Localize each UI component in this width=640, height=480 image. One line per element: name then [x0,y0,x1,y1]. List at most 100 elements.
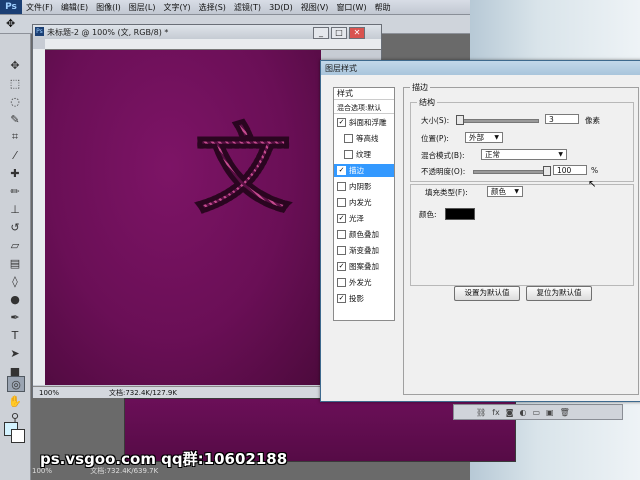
style-item[interactable]: 颜色叠加 [334,228,394,241]
opacity-input[interactable]: 100 [553,165,587,175]
style-item[interactable]: 内阴影 [334,180,394,193]
hand-tool-icon[interactable]: ✋ [7,394,23,408]
minimize-icon[interactable]: _ [313,27,329,39]
set-default-button[interactable]: 设置为默认值 [454,286,520,301]
stroke-color-swatch[interactable] [445,208,475,220]
menu-help[interactable]: 帮助 [371,2,395,13]
gradient-tool-icon[interactable]: ▤ [7,256,23,270]
style-item-label: 内阴影 [349,182,372,191]
toolbox: ✥ ⬚ ◌ ✎ ⌗ ⁄ ✚ ✏ ⊥ ↺ ▱ ▤ ◊ ● ✒ T ➤ ■ ◎ ✋ … [0,34,31,480]
dialog-title-bar[interactable]: 图层样式 [321,61,640,75]
style-checkbox[interactable]: ✓ [337,214,346,223]
document-ps-icon: Ps [35,27,44,36]
close-icon[interactable]: ✕ [349,27,365,39]
background-color-swatch[interactable] [11,429,25,443]
quick-select-tool-icon[interactable]: ✎ [7,112,23,126]
menu-image[interactable]: 图像(I) [92,2,125,13]
stamp-tool-icon[interactable]: ⊥ [7,202,23,216]
menu-3d[interactable]: 3D(D) [265,3,297,12]
style-item[interactable]: ✓ 斜面和浮雕 [334,116,394,129]
document-info: 文档:732.4K/127.9K [109,388,177,397]
style-item[interactable]: ✓ 投影 [334,292,394,305]
style-checkbox[interactable]: ✓ [337,262,346,271]
style-item[interactable]: ✓ 光泽 [334,212,394,225]
style-item[interactable]: ✓ 图案叠加 [334,260,394,273]
eraser-tool-icon[interactable]: ▱ [7,238,23,252]
style-checkbox[interactable] [344,134,353,143]
style-item[interactable]: 外发光 [334,276,394,289]
mouse-cursor-icon: ↖ [588,179,597,190]
document-title: 未标题-2 @ 100% (文, RGB/8) * [47,27,169,37]
style-item[interactable]: ✓ 描边 [334,164,394,177]
menu-layer[interactable]: 图层(L) [125,2,160,13]
menu-type[interactable]: 文字(Y) [159,2,194,13]
size-slider-track[interactable] [459,119,539,123]
eyedropper-tool-icon[interactable]: ⁄ [7,148,23,162]
mask-icon[interactable]: ◙ [506,408,514,417]
canvas[interactable]: 文 [45,50,321,385]
fx-icon[interactable]: fx [492,408,500,417]
maximize-icon[interactable]: □ [331,27,347,39]
style-item[interactable]: 内发光 [334,196,394,209]
style-item[interactable]: 纹理 [334,148,394,161]
marquee-tool-icon[interactable]: ⬚ [7,76,23,90]
reset-default-button[interactable]: 复位为默认值 [526,286,592,301]
size-unit: 像素 [585,116,600,125]
fill-type-groupbox: 填充类型(F): 颜色 ▼ 颜色: [410,184,634,286]
rotate-3d-tool-icon[interactable]: ◎ [7,376,25,392]
style-item-label: 光泽 [349,214,364,223]
folder-icon[interactable]: ▭ [532,408,540,417]
menu-view[interactable]: 视图(V) [297,2,333,13]
pen-tool-icon[interactable]: ✒ [7,310,23,324]
style-checkbox[interactable] [337,198,346,207]
style-checkbox[interactable] [337,246,346,255]
new-layer-icon[interactable]: ▣ [546,408,554,417]
crop-tool-icon[interactable]: ⌗ [7,130,23,144]
blend-mode-label: 混合模式(B): [421,151,465,160]
opacity-slider-track[interactable] [473,170,549,174]
type-tool-icon[interactable]: T [7,328,23,342]
fill-type-select[interactable]: 颜色 ▼ [487,186,523,197]
style-item-label: 颜色叠加 [349,230,379,239]
trash-icon[interactable]: 🗑 [560,408,570,417]
style-item-label: 投影 [349,294,364,303]
menu-filter[interactable]: 滤镜(T) [230,2,265,13]
size-input[interactable]: 3 [545,114,579,124]
menu-edit[interactable]: 编辑(E) [57,2,92,13]
fill-type-value: 颜色 [491,187,506,196]
adjustment-icon[interactable]: ◐ [519,408,526,417]
structure-groupbox: 结构 大小(S): 3 像素 位置(P): 外部 ▼ 混合模式(B): 正常 ▼ 不… [410,97,634,182]
blur-tool-icon[interactable]: ◊ [7,274,23,288]
menu-window[interactable]: 窗口(W) [332,2,370,13]
style-checkbox[interactable]: ✓ [337,118,346,127]
dodge-tool-icon[interactable]: ● [7,292,23,306]
opacity-slider-thumb[interactable] [543,166,551,176]
style-checkbox[interactable] [344,150,353,159]
position-select[interactable]: 外部 ▼ [465,132,503,143]
path-select-tool-icon[interactable]: ➤ [7,346,23,360]
history-brush-icon[interactable]: ↺ [7,220,23,234]
zoom-level[interactable]: 100% [39,389,79,397]
fill-type-label: 填充类型(F): [423,187,470,198]
style-item[interactable]: 等高线 [334,132,394,145]
size-slider-thumb[interactable] [455,115,464,125]
link-icon[interactable]: ⛓ [476,408,486,417]
style-checkbox[interactable] [337,182,346,191]
lasso-tool-icon[interactable]: ◌ [7,94,23,108]
style-item[interactable]: 渐变叠加 [334,244,394,257]
blend-mode-select[interactable]: 正常 ▼ [481,149,567,160]
brush-tool-icon[interactable]: ✏ [7,184,23,198]
styles-header[interactable]: 样式 [334,88,394,100]
healing-brush-icon[interactable]: ✚ [7,166,23,180]
menu-file[interactable]: 文件(F) [22,2,57,13]
style-checkbox[interactable]: ✓ [337,294,346,303]
document-tab[interactable]: Ps 未标题-2 @ 100% (文, RGB/8) * _ □ ✕ [33,25,381,39]
blending-options-item[interactable]: 混合选项:默认 [334,102,394,114]
style-checkbox[interactable] [337,278,346,287]
color-label: 颜色: [419,210,437,219]
move-tool-icon[interactable]: ✥ [7,58,23,72]
style-checkbox[interactable] [337,230,346,239]
style-checkbox[interactable]: ✓ [337,166,346,175]
menu-select[interactable]: 选择(S) [195,2,230,13]
structure-title: 结构 [417,97,437,108]
